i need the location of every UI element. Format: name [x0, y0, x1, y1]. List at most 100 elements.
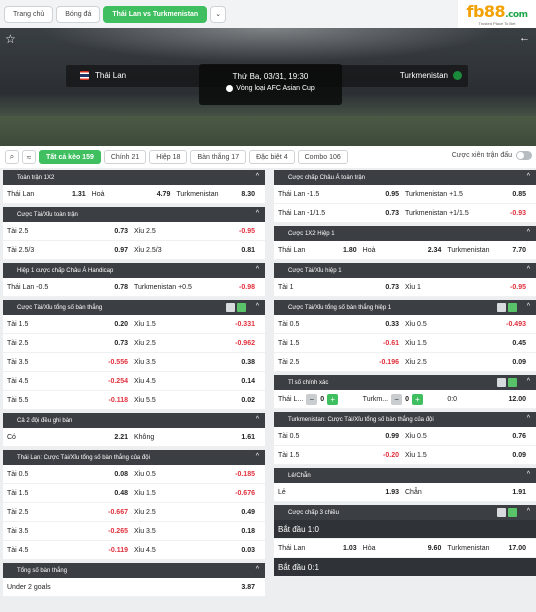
odds-cell[interactable]: Turkmenistan +0.5 -0.98 — [134, 284, 261, 291]
odds-cell[interactable]: Xỉu 1.5 -0.676 — [134, 490, 261, 497]
market-header[interactable]: Cược chấp Châu Á toàn trận ^ — [274, 170, 536, 185]
plus-icon[interactable]: + — [327, 393, 339, 405]
market-header[interactable]: Toàn trận 1X2 ^ — [3, 170, 265, 185]
list-view-icon[interactable] — [508, 303, 517, 312]
chevron-up-icon[interactable]: ^ — [256, 303, 259, 310]
odds-cell[interactable]: Tài 1.5 0.48 — [7, 490, 134, 497]
odds-cell[interactable]: Thái Lan 1.31 — [7, 191, 92, 198]
away-stepper[interactable]: Turkm... −0 + — [363, 393, 423, 405]
odds-cell[interactable]: Xỉu 2.5 -0.95 — [134, 228, 261, 235]
odds-cell[interactable]: Xỉu 2.5/3 0.81 — [134, 247, 261, 254]
odds-cell[interactable]: Tài 3.5 -0.556 — [7, 359, 134, 366]
odds-cell[interactable]: Xỉu 0.5 -0.493 — [405, 321, 532, 328]
odds-cell[interactable]: Xỉu 0.5 -0.185 — [134, 471, 261, 478]
odds-cell[interactable]: Turkmenistan 7.70 — [447, 247, 532, 254]
breadcrumb-football[interactable]: Bóng đá — [56, 5, 101, 23]
odds-cell[interactable]: Turkmenistan 8.30 — [176, 191, 261, 198]
chevron-up-icon[interactable]: ^ — [256, 210, 259, 217]
chevron-up-icon[interactable]: ^ — [256, 453, 259, 460]
odds-cell[interactable]: Thái Lan -1/1.5 0.73 — [278, 210, 405, 217]
odds-cell[interactable]: Tài 2.5/3 0.97 — [7, 247, 134, 254]
breadcrumb-match[interactable]: Thái Lan vs Turkmenistan — [103, 5, 208, 23]
chevron-up-icon[interactable]: ^ — [527, 471, 530, 478]
odds-cell[interactable]: Xỉu 3.5 0.18 — [134, 528, 261, 535]
chevron-up-icon[interactable]: ^ — [256, 266, 259, 273]
market-header[interactable]: Cược Tài/Xỉu tổng số bàn thắng hiệp 1 ^ — [274, 300, 536, 315]
star-icon[interactable]: ☆ — [5, 32, 16, 46]
parlay-toggle[interactable] — [516, 151, 532, 160]
odds-cell[interactable]: Hòa 9.60 — [363, 545, 448, 552]
market-header[interactable]: Cược 1X2 Hiệp 1 ^ — [274, 226, 536, 241]
breadcrumb-home[interactable]: Trang chủ — [4, 5, 54, 23]
chevron-up-icon[interactable]: ^ — [527, 415, 530, 422]
tab-all[interactable]: Tất cả kèo 159 — [39, 150, 101, 164]
market-header[interactable]: Lẻ/Chẵn ^ — [274, 468, 536, 483]
grid-view-icon[interactable] — [497, 303, 506, 312]
odds-cell[interactable]: Under 2 goals 3.87 — [7, 584, 261, 591]
chevron-up-icon[interactable]: ^ — [256, 566, 259, 573]
search-icon[interactable]: ⌕ — [5, 150, 19, 164]
market-header[interactable]: Cả 2 đội đều ghi bàn ^ — [3, 413, 265, 428]
odds-cell[interactable]: Tài 4.5 -0.119 — [7, 547, 134, 554]
odds-cell[interactable]: Tài 4.5 -0.254 — [7, 378, 134, 385]
chevron-up-icon[interactable]: ^ — [256, 173, 259, 180]
chevron-up-icon[interactable]: ^ — [527, 303, 530, 310]
tab-goals[interactable]: Bàn thắng 17 — [190, 150, 247, 164]
odds-cell[interactable]: Xỉu 2.5 0.09 — [405, 359, 532, 366]
list-view-icon[interactable] — [508, 378, 517, 387]
odds-cell[interactable]: Xỉu 0.5 0.76 — [405, 433, 532, 440]
market-header[interactable]: Thái Lan: Cược Tài/Xỉu tổng số bàn thắng… — [3, 450, 265, 465]
odds-cell[interactable]: Có 2.21 — [7, 434, 134, 441]
odds-cell[interactable]: Xỉu 4.5 0.03 — [134, 547, 261, 554]
chevron-up-icon[interactable]: ^ — [527, 378, 530, 385]
odds-cell[interactable]: Tài 0.5 0.33 — [278, 321, 405, 328]
list-view-icon[interactable] — [237, 303, 246, 312]
odds-cell[interactable]: Xỉu 3.5 0.38 — [134, 359, 261, 366]
minus-icon[interactable]: − — [306, 393, 318, 405]
odds-cell[interactable]: Xỉu 1 -0.95 — [405, 284, 532, 291]
back-arrow-icon[interactable]: ← — [519, 32, 530, 44]
odds-cell[interactable]: Turkmenistan +1.5 0.85 — [405, 191, 532, 198]
chevron-up-icon[interactable]: ^ — [527, 266, 530, 273]
chevron-up-icon[interactable]: ^ — [256, 416, 259, 423]
grid-view-icon[interactable] — [497, 508, 506, 517]
odds-cell[interactable]: Xỉu 2.5 0.49 — [134, 509, 261, 516]
odds-cell[interactable]: Tài 3.5 -0.265 — [7, 528, 134, 535]
chevron-up-icon[interactable]: ^ — [527, 229, 530, 236]
odds-cell[interactable]: Tài 1.5 -0.61 — [278, 340, 405, 347]
market-header[interactable]: Cược chấp 3 chiều ^ — [274, 505, 536, 520]
odds-cell[interactable]: Tài 2.5 -0.667 — [7, 509, 134, 516]
list-view-icon[interactable] — [508, 508, 517, 517]
odds-cell[interactable]: Thái Lan -0.5 0.78 — [7, 284, 134, 291]
market-header[interactable]: Cược Tài/Xỉu toàn trận ^ — [3, 207, 265, 222]
odds-cell[interactable]: Tài 1.5 -0.20 — [278, 452, 405, 459]
tab-special[interactable]: Đặc biệt 4 — [249, 150, 295, 164]
odds-cell[interactable]: Hoà 2.34 — [363, 247, 448, 254]
market-header[interactable]: Hiệp 1 cược chấp Châu Á Handicap ^ — [3, 263, 265, 278]
odds-cell[interactable]: Xỉu 2.5 -0.962 — [134, 340, 261, 347]
odds-cell[interactable]: Tài 0.5 0.08 — [7, 471, 134, 478]
tab-main[interactable]: Chính 21 — [103, 150, 147, 164]
chevron-down-icon[interactable]: ⌄ — [210, 5, 227, 23]
grid-view-icon[interactable] — [497, 378, 506, 387]
odds-cell[interactable]: Lẻ 1.93 — [278, 489, 405, 496]
market-header[interactable]: Turkmenistan: Cược Tài/Xỉu tổng số bàn t… — [274, 412, 536, 427]
odds-cell[interactable]: Không 1.61 — [134, 434, 261, 441]
odds-cell[interactable]: Tài 1.5 0.20 — [7, 321, 134, 328]
grid-view-icon[interactable] — [226, 303, 235, 312]
chevron-up-icon[interactable]: ^ — [527, 173, 530, 180]
odds-cell[interactable]: Turkmenistan +1/1.5 -0.93 — [405, 210, 532, 217]
chevron-up-icon[interactable]: ^ — [527, 508, 530, 515]
odds-cell[interactable]: Thái Lan 1.80 — [278, 247, 363, 254]
tab-combo[interactable]: Combo 106 — [297, 150, 348, 164]
odds-cell[interactable]: Tài 0.5 0.99 — [278, 433, 405, 440]
odds-cell[interactable]: Hoà 4.79 — [92, 191, 177, 198]
home-stepper[interactable]: Thái L... −0 + — [278, 393, 339, 405]
odds-cell[interactable]: Turkmenistan 17.00 — [447, 545, 532, 552]
odds-cell[interactable]: Xỉu 5.5 0.02 — [134, 397, 261, 404]
market-header[interactable]: Tổng số bàn thắng ^ — [3, 563, 265, 578]
odds-cell[interactable]: Tài 2.5 0.73 — [7, 340, 134, 347]
tab-half[interactable]: Hiệp 18 — [149, 150, 188, 164]
minus-icon[interactable]: − — [391, 393, 403, 405]
odds-cell[interactable]: Thái Lan -1.5 0.95 — [278, 191, 405, 198]
